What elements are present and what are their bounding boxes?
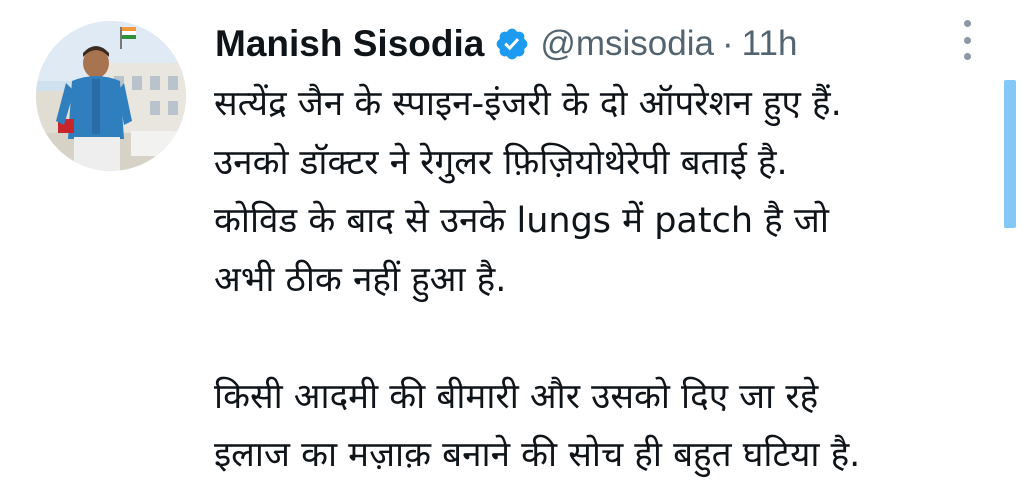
avatar-photo — [36, 21, 186, 171]
tweet-line: कोविड के बाद से उनके lungs में patch है … — [214, 201, 829, 241]
tweet-line: सत्येंद्र जैन के स्पाइन-इंजरी के दो ऑपरे… — [214, 84, 842, 124]
more-dot — [963, 36, 971, 44]
author-handle[interactable]: @msisodia — [540, 24, 714, 64]
tweet-line: इलाज का मज़ाक़ बनाने की सोच ही बहुत घटिय… — [214, 435, 861, 475]
scrollbar-thumb[interactable] — [1004, 80, 1016, 228]
verified-badge-icon — [494, 26, 530, 62]
header-separator: · — [721, 24, 734, 63]
author-name[interactable]: Manish Sisodia — [215, 23, 484, 65]
avatar[interactable] — [36, 21, 186, 171]
tweet-line: अभी ठीक नहीं हुआ है. — [214, 259, 507, 300]
tweet-header: Manish Sisodia @msisodia · 11h — [215, 18, 797, 70]
tweet-line: किसी आदमी की बीमारी और उसको दिए जा रहे — [214, 376, 819, 417]
paragraph-break — [214, 309, 994, 368]
tweet-card[interactable]: Manish Sisodia @msisodia · 11h सत्येंद्र… — [0, 0, 1024, 491]
tweet-text: सत्येंद्र जैन के स्पाइन-इंजरी के दो ऑपरे… — [214, 75, 994, 485]
more-dot — [963, 20, 971, 27]
tweet-line: उनको डॉक्टर ने रेगुलर फ़िज़ियोथेरेपी बता… — [214, 142, 788, 183]
tweet-timestamp[interactable]: 11h — [742, 24, 798, 64]
more-dot — [963, 53, 971, 60]
more-options-icon[interactable] — [957, 20, 977, 60]
